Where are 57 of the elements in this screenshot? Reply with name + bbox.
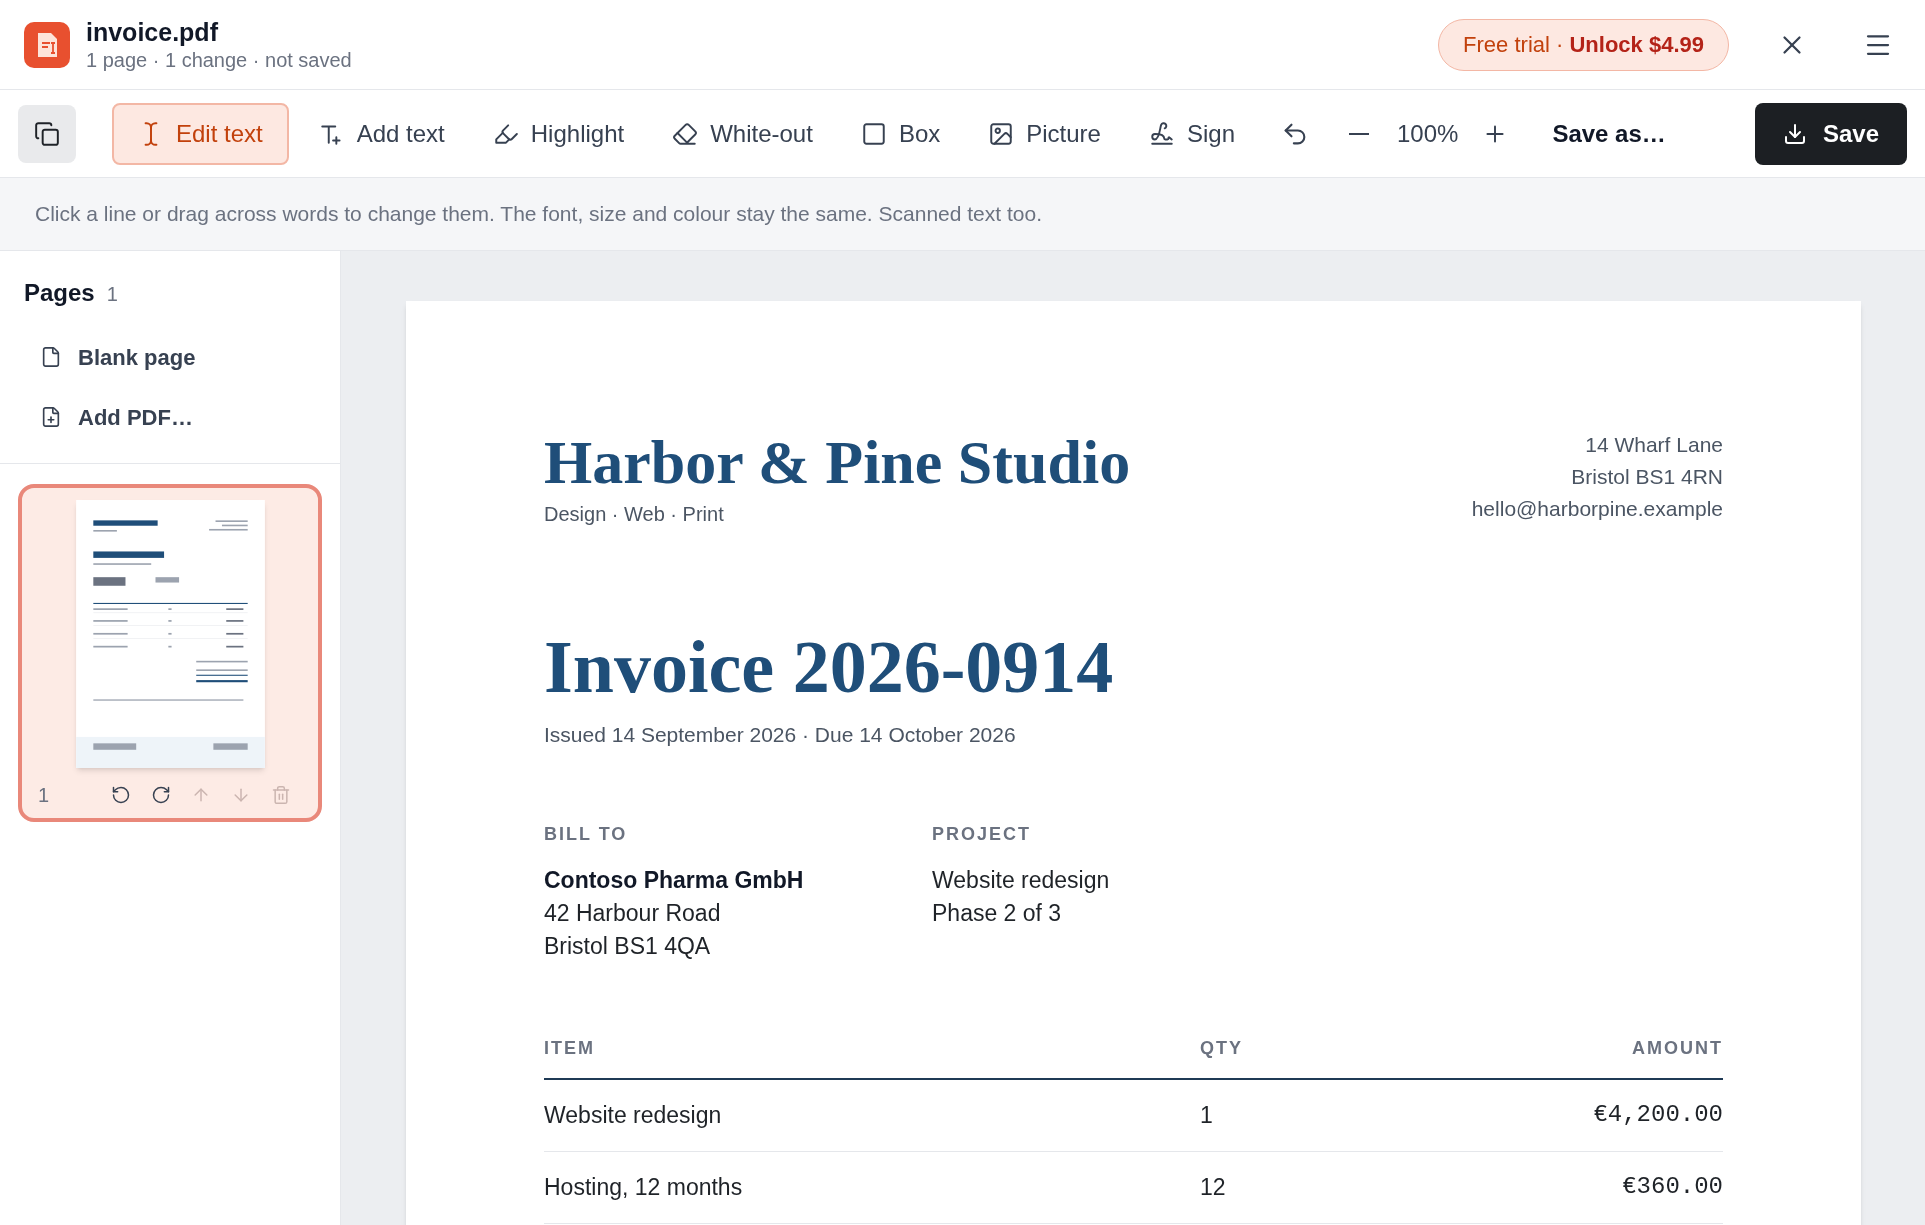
unlock-button[interactable]: Free trial · Unlock $4.99 [1438, 18, 1729, 71]
save-as-button[interactable]: Save as… [1552, 115, 1666, 152]
table-cell-text: 12 [1200, 1172, 1227, 1202]
party-line: Phase 2 of 3 [932, 898, 1063, 928]
pages-panel-button[interactable] [18, 104, 76, 163]
table-cell-text: Hosting, 12 months [544, 1172, 744, 1202]
tool-button[interactable]: Add text [300, 102, 463, 165]
party-line: Bristol BS1 4QA [544, 931, 712, 961]
pages-heading: Pages [24, 278, 95, 308]
section-heading: BILL TO [544, 822, 629, 846]
minus-icon [1349, 132, 1369, 135]
trash-icon [271, 785, 291, 805]
page-count: 1 [106, 282, 118, 307]
invoice-dates: Issued 14 September 2026 · Due 14 October 2026 [544, 722, 1017, 748]
party-line: 42 Harbour Road [544, 898, 722, 928]
table-cell-text: 1 [1200, 1100, 1214, 1130]
app-logo-icon [24, 21, 70, 68]
invoice-title: Invoice 2026-0914 [544, 627, 1115, 707]
tool-button[interactable]: Picture [970, 102, 1119, 165]
page-number: 1 [38, 783, 51, 808]
save-button[interactable]: Save [1754, 102, 1907, 165]
page-card[interactable]: 1 [18, 484, 322, 822]
tool-button[interactable]: Box [842, 102, 959, 165]
table-cell-text: €4,200.00 [1592, 1100, 1723, 1130]
column-header: ITEM [544, 1036, 596, 1060]
sidebar-action[interactable]: Blank page [24, 327, 212, 387]
tool-button[interactable]: Highlight [474, 102, 643, 165]
tool-button[interactable]: White-out [654, 102, 831, 165]
file-icon [40, 346, 62, 368]
address-line: 14 Wharf Lane [1585, 432, 1723, 458]
column-header: QTY [1200, 1036, 1244, 1060]
file-plus-icon [40, 406, 62, 428]
rotate-left-icon [111, 785, 131, 805]
party-line: Contoso Pharma GmbH [544, 865, 805, 895]
signature-icon [1148, 120, 1175, 147]
tool-button[interactable]: Edit text [112, 102, 289, 165]
zoom-level: 100% [1397, 118, 1459, 149]
column-header: AMOUNT [1631, 1036, 1723, 1060]
eraser-icon [672, 120, 699, 147]
table-cell-text: €360.00 [1621, 1172, 1723, 1202]
file-status: 1 page · 1 change · not saved [86, 47, 352, 73]
rotate-right-icon [151, 785, 171, 805]
party-line: Website redesign [932, 865, 1111, 895]
sidebar-action[interactable]: Add PDF… [24, 387, 209, 447]
download-icon [1782, 121, 1807, 146]
table-cell-text: Website redesign [544, 1100, 723, 1130]
tool-button[interactable]: Sign [1130, 102, 1253, 165]
file-name: invoice.pdf [86, 16, 219, 47]
section-heading: PROJECT [932, 822, 1033, 846]
address-line: hello@harborpine.example [1471, 496, 1723, 522]
company-name: Harbor & Pine Studio [544, 429, 1131, 495]
copy-icon [34, 120, 60, 147]
company-tagline: Design · Web · Print [544, 502, 725, 527]
address-line: Bristol BS1 4RN [1571, 464, 1723, 490]
square-icon [860, 120, 887, 147]
image-icon [988, 120, 1015, 147]
hint-text: Click a line or drag across words to change them. The font, size and colour stay the same. Scanned text too. [35, 201, 1042, 228]
